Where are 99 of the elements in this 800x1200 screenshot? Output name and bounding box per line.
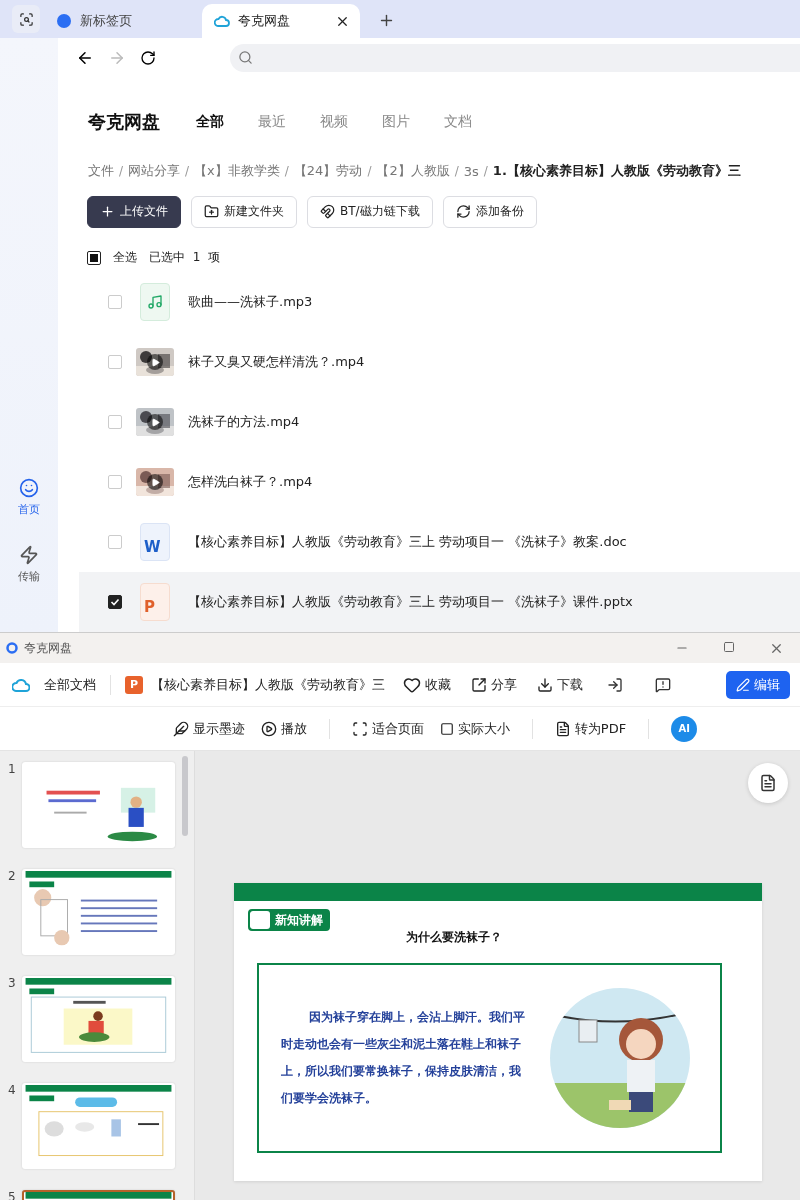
play-icon (147, 414, 163, 430)
file-name: 袜子又臭又硬怎样清洗？.mp4 (188, 353, 365, 371)
slide-tag: 新知讲解 (248, 909, 330, 931)
breadcrumb-separator: / (284, 164, 289, 179)
tool-button[interactable]: 实际大小 (439, 719, 510, 738)
breadcrumb-separator: / (119, 164, 124, 179)
action-button[interactable]: 新建文件夹 (191, 195, 297, 228)
exit-icon[interactable] (607, 676, 623, 693)
file-row[interactable]: 洗袜子的方法.mp4 (79, 392, 800, 452)
fit-page-icon (351, 720, 368, 737)
app-title: 夸克网盘 (88, 110, 160, 135)
browser-logo-icon (56, 13, 72, 29)
category-tab[interactable]: 图片 (382, 113, 410, 132)
cloud-icon (12, 676, 30, 693)
file-name: 歌曲——洗袜子.mp3 (188, 293, 313, 311)
tool-button[interactable]: 转为PDF (554, 719, 627, 738)
browser-tab[interactable]: 新标签页 (44, 4, 202, 38)
breadcrumb-separator: / (185, 164, 190, 179)
slide-number: 1 (8, 762, 16, 778)
category-tab[interactable]: 全部 (196, 113, 224, 132)
search-icon (18, 11, 34, 27)
pen-icon (736, 677, 750, 692)
address-field[interactable] (230, 43, 800, 72)
action-button[interactable]: 上传文件 (87, 195, 181, 228)
all-documents-link[interactable]: 全部文档 (44, 675, 96, 694)
share-icon (471, 676, 487, 693)
pdf-icon (554, 720, 571, 737)
document-title: 【核心素养目标】人教版《劳动教育》三 (151, 675, 385, 694)
breadcrumb-separator: / (483, 164, 488, 179)
row-checkbox[interactable] (108, 595, 122, 609)
slide-number: 3 (8, 976, 16, 992)
slide-paragraph: 因为袜子穿在脚上，会沾上脚汗。我们平时走动也会有一些灰尘和泥土落在鞋上和袜子上，所以我们要常换袜子，保持皮肤清洁，我们要学会洗袜子。 (281, 1009, 526, 1107)
sidebar-item[interactable]: 传输 (18, 545, 40, 584)
app-logo-icon (6, 642, 18, 654)
file-name: 洗袜子的方法.mp4 (188, 413, 300, 431)
file-row[interactable]: 怎样洗白袜子？.mp4 (79, 452, 800, 512)
reload-icon[interactable] (140, 49, 156, 66)
file-row[interactable]: W 【核心素养目标】人教版《劳动教育》三上 劳动项目一 《洗袜子》教案.doc (79, 512, 800, 572)
ai-button[interactable]: AI (671, 715, 698, 742)
convert-pdf-button[interactable] (748, 763, 788, 803)
transfer-icon (19, 545, 39, 565)
slide-number: 2 (8, 869, 16, 885)
play-icon (147, 354, 163, 370)
selection-count: 已选中 1 项 (149, 249, 220, 267)
new-tab-icon[interactable] (378, 12, 395, 29)
file-name: 【核心素养目标】人教版《劳动教育》三上 劳动项目一 《洗袜子》教案.doc (188, 533, 627, 551)
scrollbar[interactable] (182, 756, 188, 836)
action-button[interactable]: 添加备份 (442, 195, 537, 228)
refresh-icon (455, 204, 471, 220)
breadcrumb-separator: / (367, 164, 372, 179)
file-row[interactable]: 歌曲——洗袜子.mp3 (79, 272, 800, 332)
browser-tab[interactable]: 夸克网盘 (202, 4, 360, 38)
cloud-icon (214, 13, 230, 29)
play-icon (147, 474, 163, 490)
breadcrumb-item[interactable]: 1.【核心素养目标】人教版《劳动教育》三 (492, 162, 741, 181)
category-tab[interactable]: 最近 (258, 113, 286, 132)
window-title: 夸克网盘 (24, 639, 72, 657)
plus-icon (100, 204, 115, 220)
toolbar-button[interactable]: 下载 (537, 675, 583, 694)
breadcrumb-item[interactable]: 【2】人教版 (376, 162, 450, 181)
search-icon (238, 50, 253, 66)
select-all-checkbox[interactable] (87, 250, 101, 265)
edit-button[interactable]: 编辑 (726, 670, 790, 699)
maximize-icon[interactable] (723, 640, 735, 653)
feedback-icon[interactable] (655, 676, 671, 693)
slide-number: 4 (8, 1083, 16, 1099)
home-icon (19, 478, 39, 498)
sidebar-item[interactable]: 首页 (18, 478, 40, 517)
toolbar-button[interactable]: 收藏 (403, 675, 451, 694)
file-name: 【核心素养目标】人教版《劳动教育》三上 劳动项目一 《洗袜子》课件.pptx (188, 593, 633, 611)
action-button[interactable]: BT/磁力链下载 (307, 195, 433, 228)
download-icon (537, 676, 553, 693)
category-tab[interactable]: 文档 (444, 113, 472, 132)
actual-size-icon (439, 721, 454, 736)
powerpoint-file-icon: P (125, 675, 143, 694)
breadcrumb-item[interactable]: 网站分享 (128, 162, 181, 181)
feather-icon (172, 720, 189, 737)
magnet-icon (320, 204, 335, 220)
slide-heading: 为什么要洗袜子？ (406, 929, 502, 946)
breadcrumb-item[interactable]: 3s (463, 163, 479, 179)
file-row[interactable]: P 【核心素养目标】人教版《劳动教育》三上 劳动项目一 《洗袜子》课件.pptx (79, 572, 800, 632)
check-icon (110, 597, 120, 607)
folder-plus-icon (204, 204, 219, 220)
toolbar-button[interactable]: 分享 (471, 675, 517, 694)
breadcrumb-item[interactable]: 【24】劳动 (293, 162, 363, 181)
breadcrumb-separator: / (454, 164, 459, 179)
heart-icon (403, 675, 421, 694)
play-icon (260, 720, 277, 737)
file-row[interactable]: 袜子又臭又硬怎样清洗？.mp4 (79, 332, 800, 392)
breadcrumb-item[interactable]: 【x】非教学类 (194, 162, 280, 181)
tool-button[interactable]: 播放 (260, 719, 307, 738)
category-tab[interactable]: 视频 (320, 113, 348, 132)
pdf-icon (759, 774, 777, 792)
tool-button[interactable]: 适合页面 (351, 719, 424, 738)
tab-search-button[interactable] (12, 5, 40, 33)
select-all-label[interactable]: 全选 (113, 249, 137, 267)
file-name: 怎样洗白袜子？.mp4 (188, 473, 313, 491)
breadcrumb-item[interactable]: 文件 (88, 162, 114, 181)
tool-button[interactable]: 显示墨迹 (172, 719, 245, 738)
